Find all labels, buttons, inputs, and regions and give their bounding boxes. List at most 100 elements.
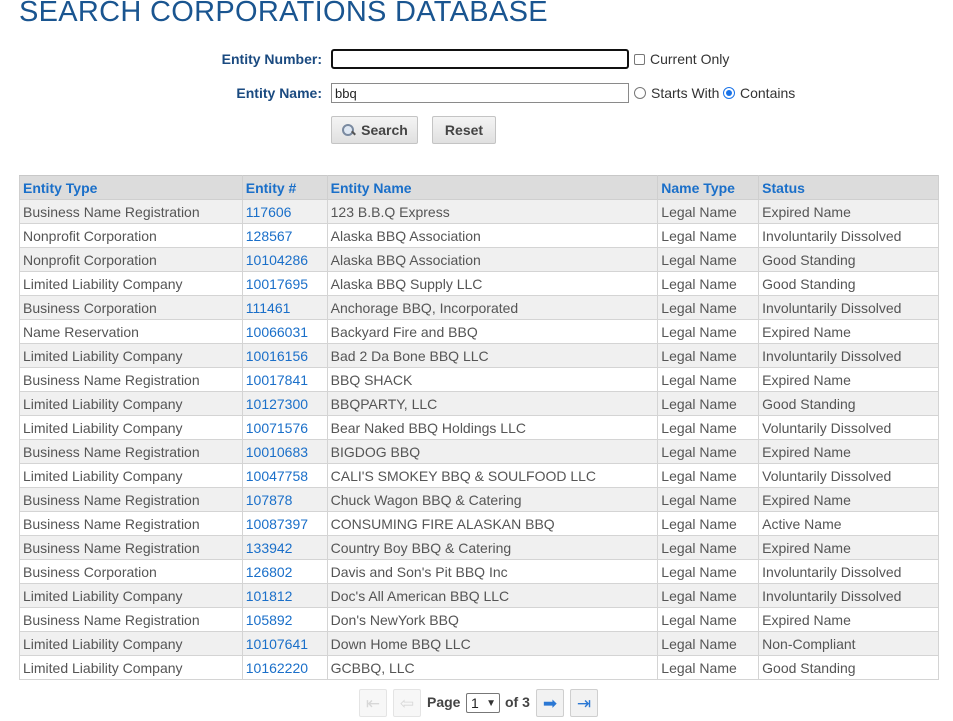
search-button-label: Search: [361, 122, 408, 138]
entity-number-cell[interactable]: 107878: [241, 487, 328, 512]
name-type-cell: Legal Name: [657, 199, 760, 224]
status-cell: Involuntarily Dissolved: [758, 343, 939, 368]
name-type-cell: Legal Name: [657, 487, 760, 512]
entity-number-cell[interactable]: 10017695: [241, 271, 328, 296]
name-type-cell: Legal Name: [657, 439, 760, 464]
status-cell: Good Standing: [758, 247, 939, 272]
status-cell: Voluntarily Dissolved: [758, 463, 939, 488]
starts-with-option[interactable]: Starts With: [634, 85, 719, 101]
pagination: ⇤ ⇦ Page 1 ▼ of 3 ➡ ⇥: [0, 689, 953, 717]
name-type-cell: Legal Name: [657, 607, 760, 632]
entity-number-cell[interactable]: 101812: [241, 583, 328, 608]
column-header-status[interactable]: Status: [758, 175, 939, 200]
entity-number-cell[interactable]: 10066031: [241, 319, 328, 344]
entity-number-cell[interactable]: 10010683: [241, 439, 328, 464]
entity-number-cell[interactable]: 10107641: [241, 631, 328, 656]
status-cell: Involuntarily Dissolved: [758, 559, 939, 584]
page-title: SEARCH CORPORATIONS DATABASE: [19, 0, 548, 28]
entity-type-cell: Name Reservation: [19, 319, 243, 344]
last-page-button[interactable]: ⇥: [570, 689, 598, 717]
entity-number-label: Entity Number:: [221, 51, 322, 67]
name-type-cell: Legal Name: [657, 271, 760, 296]
entity-number-cell[interactable]: 133942: [241, 535, 328, 560]
table-row: Business Name Registration 117606 123 B.B.…: [19, 199, 939, 224]
entity-number-input[interactable]: [331, 49, 629, 69]
entity-number-cell[interactable]: 128567: [241, 223, 328, 248]
table-row: Limited Liability Company 101812 Doc's All…: [19, 583, 939, 608]
entity-name-cell: BBQPARTY, LLC: [326, 391, 659, 416]
entity-number-cell[interactable]: 111461: [241, 295, 328, 320]
status-cell: Expired Name: [758, 199, 939, 224]
entity-number-cell[interactable]: 126802: [241, 559, 328, 584]
search-button[interactable]: Search: [331, 116, 418, 144]
entity-type-cell: Business Name Registration: [19, 607, 243, 632]
name-type-cell: Legal Name: [657, 535, 760, 560]
entity-type-cell: Business Name Registration: [19, 487, 243, 512]
entity-type-cell: Nonprofit Corporation: [19, 247, 243, 272]
entity-number-cell[interactable]: 10162220: [241, 655, 328, 680]
status-cell: Good Standing: [758, 391, 939, 416]
entity-type-cell: Limited Liability Company: [19, 631, 243, 656]
last-page-icon: ⇥: [576, 693, 592, 713]
table-row: Name Reservation 10066031 Backyard Fire an…: [19, 319, 939, 344]
status-cell: Expired Name: [758, 487, 939, 512]
entity-number-cell[interactable]: 10047758: [241, 463, 328, 488]
entity-name-cell: Doc's All American BBQ LLC: [326, 583, 659, 608]
contains-radio[interactable]: [723, 87, 735, 99]
previous-page-icon: ⇦: [399, 693, 415, 713]
entity-number-cell[interactable]: 10016156: [241, 343, 328, 368]
entity-number-cell[interactable]: 10071576: [241, 415, 328, 440]
entity-type-cell: Limited Liability Company: [19, 391, 243, 416]
first-page-button[interactable]: ⇤: [359, 689, 387, 717]
column-header-name-type[interactable]: Name Type: [657, 175, 760, 200]
status-cell: Expired Name: [758, 319, 939, 344]
status-cell: Involuntarily Dissolved: [758, 295, 939, 320]
entity-type-cell: Business Corporation: [19, 295, 243, 320]
entity-number-cell[interactable]: 10127300: [241, 391, 328, 416]
reset-button-label: Reset: [444, 122, 484, 138]
entity-type-cell: Business Name Registration: [19, 199, 243, 224]
entity-number-cell[interactable]: 105892: [241, 607, 328, 632]
current-only-checkbox[interactable]: [634, 53, 645, 65]
entity-number-cell[interactable]: 10087397: [241, 511, 328, 536]
entity-number-cell[interactable]: 117606: [241, 199, 328, 224]
previous-page-button[interactable]: ⇦: [393, 689, 421, 717]
name-type-cell: Legal Name: [657, 463, 760, 488]
entity-name-cell: Don's NewYork BBQ: [326, 607, 659, 632]
entity-type-cell: Business Name Registration: [19, 367, 243, 392]
entity-name-row: Entity Name: Starts With Contains: [0, 82, 953, 104]
entity-name-input[interactable]: [331, 83, 629, 103]
results-table: Entity Type Entity # Entity Name Name Ty…: [19, 175, 939, 680]
search-icon: [341, 123, 356, 138]
status-cell: Non-Compliant: [758, 631, 939, 656]
table-row: Limited Liability Company 10107641 Down Ho…: [19, 631, 939, 656]
table-row: Business Corporation 111461 Anchorage BBQ,…: [19, 295, 939, 320]
entity-number-cell[interactable]: 10017841: [241, 367, 328, 392]
reset-button[interactable]: Reset: [432, 116, 496, 144]
entity-number-cell[interactable]: 10104286: [241, 247, 328, 272]
entity-name-cell: CONSUMING FIRE ALASKAN BBQ: [326, 511, 659, 536]
entity-type-cell: Limited Liability Company: [19, 655, 243, 680]
table-row: Business Name Registration 10010683 BIGDOG…: [19, 439, 939, 464]
name-type-cell: Legal Name: [657, 655, 760, 680]
entity-type-cell: Business Corporation: [19, 559, 243, 584]
current-only-label: Current Only: [650, 51, 730, 67]
status-cell: Voluntarily Dissolved: [758, 415, 939, 440]
entity-name-cell: Anchorage BBQ, Incorporated: [326, 295, 659, 320]
table-row: Business Name Registration 105892 Don's Ne…: [19, 607, 939, 632]
name-type-cell: Legal Name: [657, 223, 760, 248]
column-header-entity-number[interactable]: Entity #: [241, 175, 328, 200]
column-header-entity-type[interactable]: Entity Type: [19, 175, 243, 200]
table-row: Limited Liability Company 10127300 BBQPART…: [19, 391, 939, 416]
next-page-button[interactable]: ➡: [536, 689, 564, 717]
current-only-option[interactable]: Current Only: [634, 51, 729, 67]
entity-type-cell: Limited Liability Company: [19, 271, 243, 296]
name-type-cell: Legal Name: [657, 343, 760, 368]
entity-type-cell: Nonprofit Corporation: [19, 223, 243, 248]
page-select[interactable]: 1 ▼: [466, 693, 500, 713]
column-header-entity-name[interactable]: Entity Name: [326, 175, 659, 200]
name-type-cell: Legal Name: [657, 319, 760, 344]
starts-with-radio[interactable]: [634, 87, 646, 99]
contains-option[interactable]: Contains: [723, 85, 795, 101]
name-type-cell: Legal Name: [657, 391, 760, 416]
